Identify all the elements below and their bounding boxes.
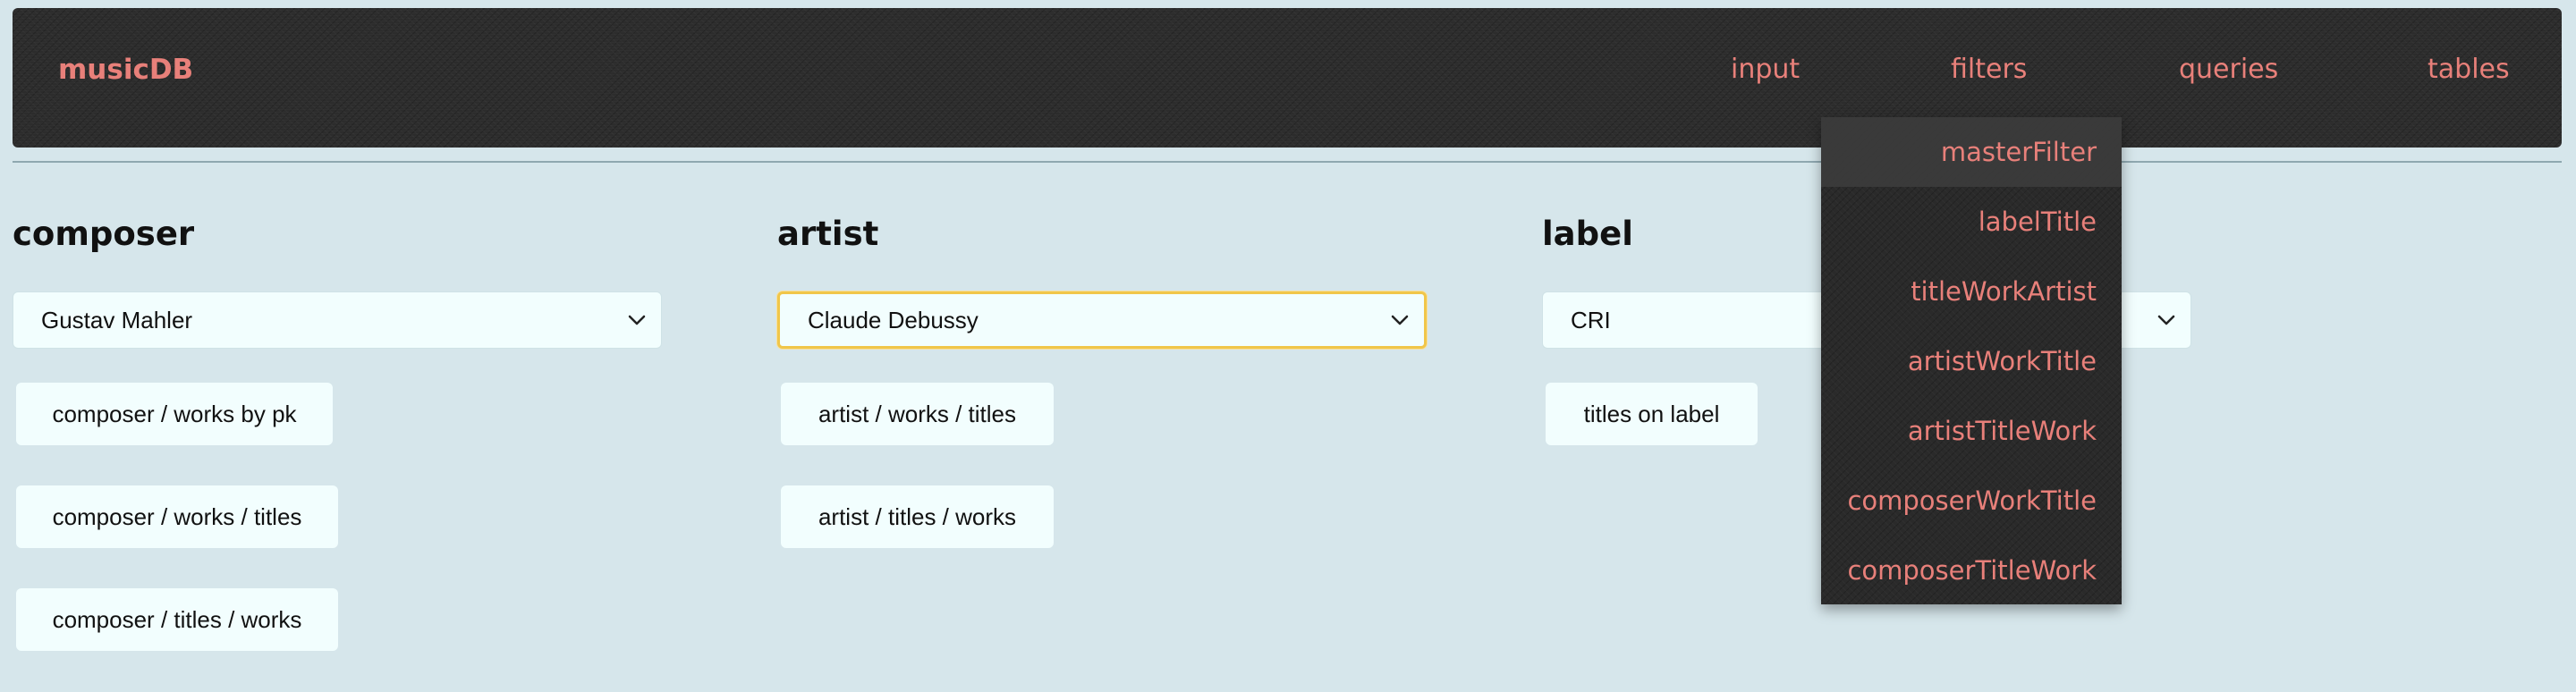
artist-heading: artist — [777, 215, 879, 253]
menu-item-composer-work-title[interactable]: composerWorkTitle — [1821, 466, 2122, 536]
composer-heading: composer — [13, 215, 195, 253]
menu-item-title-work-artist[interactable]: titleWorkArtist — [1821, 257, 2122, 326]
brand-logo[interactable]: musicDB — [58, 54, 193, 86]
titles-on-label-button[interactable]: titles on label — [1546, 383, 1758, 445]
menu-item-label-title[interactable]: labelTitle — [1821, 187, 2122, 257]
menu-item-artist-title-work[interactable]: artistTitleWork — [1821, 396, 2122, 466]
chevron-down-icon — [628, 315, 646, 325]
artist-select-value: Claude Debussy — [808, 306, 979, 333]
chevron-down-icon — [1391, 315, 1409, 325]
composer-titles-works-button[interactable]: composer / titles / works — [16, 588, 338, 651]
chevron-down-icon — [2157, 315, 2175, 325]
artist-works-titles-button[interactable]: artist / works / titles — [781, 383, 1054, 445]
label-heading: label — [1542, 215, 1633, 253]
label-select-value: CRI — [1571, 306, 1611, 333]
header-divider — [13, 161, 2562, 163]
nav-queries[interactable]: queries — [2179, 54, 2278, 85]
nav-input[interactable]: input — [1731, 54, 1800, 85]
filters-dropdown-menu: masterFilter labelTitle titleWorkArtist … — [1821, 117, 2122, 604]
menu-item-composer-title-work[interactable]: composerTitleWork — [1821, 536, 2122, 605]
menu-item-artist-work-title[interactable]: artistWorkTitle — [1821, 326, 2122, 396]
nav-filters[interactable]: filters — [1951, 54, 2027, 85]
artist-titles-works-button[interactable]: artist / titles / works — [781, 485, 1054, 548]
composer-select[interactable]: Gustav Mahler — [13, 291, 662, 349]
composer-works-titles-button[interactable]: composer / works / titles — [16, 485, 338, 548]
composer-select-value: Gustav Mahler — [41, 306, 193, 333]
artist-select[interactable]: Claude Debussy — [777, 291, 1427, 349]
menu-item-master-filter[interactable]: masterFilter — [1821, 117, 2122, 187]
nav-tables[interactable]: tables — [2428, 54, 2510, 85]
composer-works-by-pk-button[interactable]: composer / works by pk — [16, 383, 333, 445]
